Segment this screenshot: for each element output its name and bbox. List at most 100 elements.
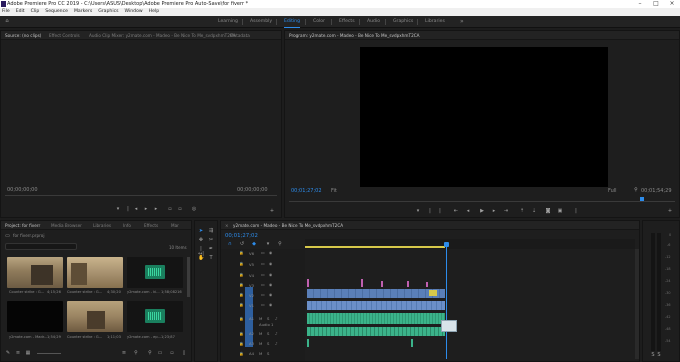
eye-icon[interactable]: ◉ bbox=[269, 292, 272, 297]
sort-icon[interactable]: ≡ bbox=[121, 351, 127, 356]
lock-icon[interactable]: 🔒 bbox=[239, 351, 244, 356]
thumbnail-audio-2[interactable] bbox=[127, 301, 183, 332]
lock-icon[interactable]: 🔒 bbox=[239, 272, 244, 277]
lock-icon[interactable]: 🔒 bbox=[239, 316, 244, 321]
menu-window[interactable]: Window bbox=[125, 8, 143, 16]
solo-button[interactable]: S bbox=[267, 316, 269, 321]
automate-icon[interactable]: ⚲ bbox=[133, 351, 139, 356]
sync-lock-icon[interactable]: ▭ bbox=[261, 282, 265, 287]
workspace-graphics[interactable]: Graphics bbox=[393, 16, 413, 28]
solo-left-button[interactable]: S bbox=[651, 353, 655, 358]
drag-clip-preview[interactable] bbox=[441, 320, 457, 332]
mark-out-icon[interactable]: | bbox=[125, 207, 131, 212]
menu-help[interactable]: Help bbox=[149, 8, 159, 16]
tab-metadata[interactable]: Metadata bbox=[230, 31, 250, 40]
mic-icon[interactable]: ♪ bbox=[275, 316, 277, 321]
fit-dropdown[interactable]: Fit bbox=[331, 188, 337, 194]
write-protect-icon[interactable]: ✎ bbox=[5, 351, 11, 356]
add-button-icon[interactable]: + bbox=[667, 209, 673, 214]
workspace-libraries[interactable]: Libraries bbox=[425, 16, 445, 28]
tab-effects[interactable]: Effects bbox=[144, 221, 158, 230]
step-back-icon[interactable]: ◂ bbox=[465, 209, 471, 214]
hand-tool-icon[interactable]: ✋ bbox=[198, 256, 204, 261]
add-button-icon[interactable]: + bbox=[269, 209, 275, 214]
minimize-button[interactable]: – bbox=[632, 0, 648, 8]
list-view-icon[interactable]: ≡ bbox=[15, 351, 21, 356]
new-item-icon[interactable]: ▫ bbox=[169, 351, 175, 356]
eye-icon[interactable]: ◉ bbox=[269, 302, 272, 307]
project-search-input[interactable] bbox=[5, 243, 77, 250]
icon-view-icon[interactable]: ▦ bbox=[25, 351, 31, 356]
lock-icon[interactable]: 🔒 bbox=[239, 282, 244, 287]
video-clip-yellow[interactable] bbox=[429, 290, 437, 296]
timeline-scrollbar[interactable] bbox=[635, 249, 639, 359]
sync-lock-icon[interactable]: ▭ bbox=[261, 302, 265, 307]
more-workspaces-button[interactable]: » bbox=[460, 16, 464, 28]
audio-clip-a3[interactable] bbox=[307, 339, 309, 347]
video-clip[interactable] bbox=[407, 281, 409, 287]
linked-selection-icon[interactable]: ↺ bbox=[239, 242, 245, 247]
ripple-edit-icon[interactable]: ✥ bbox=[198, 238, 204, 243]
tab-media-browser[interactable]: Media Browser bbox=[51, 221, 82, 230]
sync-lock-icon[interactable]: ▭ bbox=[261, 272, 265, 277]
tab-audio-clip-mixer[interactable]: Audio Clip Mixer: y2mate.com - Madeo - B… bbox=[89, 31, 236, 40]
menu-clip[interactable]: Clip bbox=[31, 8, 40, 16]
program-playhead[interactable] bbox=[640, 197, 644, 201]
maximize-button[interactable]: □ bbox=[648, 0, 664, 8]
thumbnail-audio-1[interactable] bbox=[127, 257, 183, 288]
workspace-audio[interactable]: Audio bbox=[367, 16, 380, 28]
go-to-in-icon[interactable]: ⇤ bbox=[453, 209, 459, 214]
mic-icon[interactable]: ♪ bbox=[275, 331, 277, 336]
tab-project[interactable]: Project: for fiverr bbox=[5, 221, 40, 230]
thumbnail-counter-strike-1[interactable] bbox=[7, 257, 63, 288]
eye-icon[interactable]: ◉ bbox=[269, 282, 272, 287]
solo-button[interactable]: S bbox=[267, 351, 269, 356]
trash-icon[interactable]: ▯ bbox=[181, 351, 187, 356]
tab-markers[interactable]: Mar bbox=[171, 221, 179, 230]
project-scrollbar[interactable] bbox=[187, 257, 190, 297]
timeline-settings-icon[interactable]: ⚲ bbox=[277, 242, 283, 247]
program-scrubber[interactable] bbox=[289, 201, 675, 202]
menu-sequence[interactable]: Sequence bbox=[45, 8, 68, 16]
source-scrubber[interactable] bbox=[5, 195, 277, 196]
lock-icon[interactable]: 🔒 bbox=[239, 250, 244, 255]
overwrite-icon[interactable]: ▫ bbox=[177, 207, 183, 212]
video-clip[interactable] bbox=[426, 282, 428, 287]
tab-effect-controls[interactable]: Effect Controls bbox=[49, 31, 80, 40]
lock-icon[interactable]: 🔒 bbox=[239, 331, 244, 336]
sync-lock-icon[interactable]: ▭ bbox=[261, 292, 265, 297]
track-select-icon[interactable]: ⇶ bbox=[208, 229, 214, 234]
home-icon[interactable]: ⌂ bbox=[4, 19, 10, 25]
workspace-color[interactable]: Color bbox=[313, 16, 325, 28]
workspace-learning[interactable]: Learning bbox=[218, 16, 238, 28]
menu-file[interactable]: File bbox=[2, 8, 10, 16]
eye-icon[interactable]: ◉ bbox=[269, 250, 272, 255]
close-sequence-icon[interactable]: × bbox=[225, 221, 229, 230]
lock-icon[interactable]: 🔒 bbox=[239, 292, 244, 297]
menu-graphics[interactable]: Graphics bbox=[98, 8, 118, 16]
video-clip[interactable] bbox=[361, 279, 363, 287]
tab-program[interactable]: Program: y2mate.com - Madeo - Be Nice To… bbox=[289, 31, 420, 40]
mute-button[interactable]: M bbox=[259, 331, 262, 336]
thumbnail-madeo[interactable] bbox=[7, 301, 63, 332]
add-marker-icon[interactable]: ◆ bbox=[251, 242, 257, 247]
program-timecode-left[interactable]: 00;01;27;02 bbox=[291, 188, 322, 194]
menu-markers[interactable]: Markers bbox=[74, 8, 92, 16]
compare-icon[interactable]: ▣ bbox=[557, 209, 563, 214]
tab-info[interactable]: Info bbox=[123, 221, 131, 230]
mark-out2-icon[interactable]: | bbox=[437, 209, 443, 214]
tab-source[interactable]: Source: (no clips) bbox=[5, 31, 41, 40]
audio-clip-a2[interactable] bbox=[307, 327, 445, 336]
sync-lock-icon[interactable]: ▭ bbox=[261, 261, 265, 266]
insert-icon[interactable]: ▫ bbox=[167, 207, 173, 212]
solo-button[interactable]: S bbox=[267, 341, 269, 346]
mark-in-icon[interactable]: ▾ bbox=[415, 209, 421, 214]
video-clip[interactable] bbox=[381, 281, 383, 287]
wrench-icon[interactable]: ⚲ bbox=[633, 188, 639, 193]
thumbnail-counter-strike-2[interactable] bbox=[67, 257, 123, 288]
go-to-out-icon[interactable]: ⇥ bbox=[503, 209, 509, 214]
eye-icon[interactable]: ◉ bbox=[269, 272, 272, 277]
mute-button[interactable]: M bbox=[259, 351, 262, 356]
thumbnail-counter-strike-3[interactable] bbox=[67, 301, 123, 332]
audio-clip-a1[interactable] bbox=[307, 313, 445, 324]
